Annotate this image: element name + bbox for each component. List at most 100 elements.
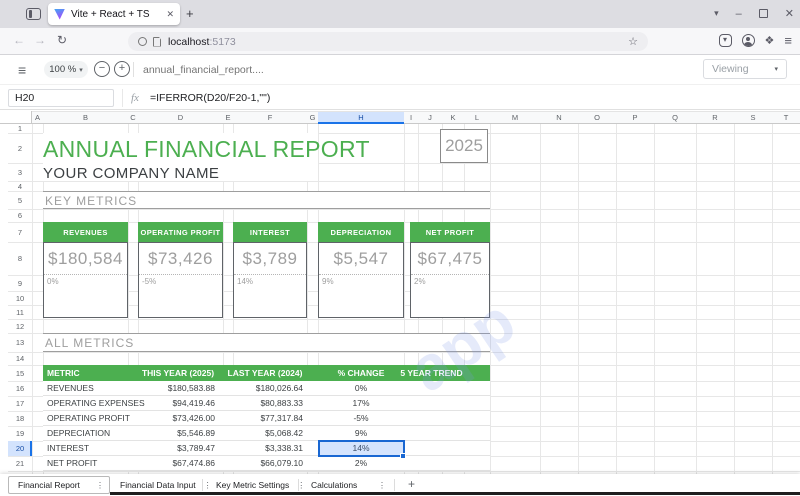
- url-bar[interactable]: localhost :5173 ☆: [128, 32, 648, 51]
- fill-handle[interactable]: [400, 453, 406, 459]
- selected-cell-h20[interactable]: [318, 440, 405, 457]
- row-header-14[interactable]: 14: [8, 352, 32, 365]
- column-header-t[interactable]: T: [772, 112, 800, 124]
- column-header-j[interactable]: J: [418, 112, 442, 124]
- row-header-20[interactable]: 20: [8, 441, 32, 456]
- table-row[interactable]: DEPRECIATION $5,546.89 $5,068.42 9%: [43, 426, 490, 441]
- firefox-view-icon[interactable]: [26, 8, 41, 20]
- row-header-5[interactable]: 5: [8, 191, 32, 209]
- column-header-e[interactable]: E: [223, 112, 233, 124]
- column-header-m[interactable]: M: [490, 112, 540, 124]
- card-value: $73,426: [139, 243, 222, 274]
- table-row[interactable]: NET PROFIT $67,474.86 $66,079.10 2%: [43, 456, 490, 471]
- tab-menu-icon[interactable]: ⋮: [370, 481, 386, 490]
- document-filename[interactable]: annual_financial_report....: [143, 64, 264, 76]
- column-header-d[interactable]: D: [138, 112, 223, 124]
- column-header-b[interactable]: B: [43, 112, 128, 124]
- row-header-12[interactable]: 12: [8, 319, 32, 333]
- column-header-p[interactable]: P: [616, 112, 654, 124]
- minimize-icon[interactable]: –: [736, 8, 742, 20]
- table-row[interactable]: OPERATING PROFIT $73,426.00 $77,317.84 -…: [43, 411, 490, 426]
- tab-close-icon[interactable]: ✕: [166, 9, 174, 20]
- table-row[interactable]: REVENUES $180,583.88 $180,026.64 0%: [43, 381, 490, 396]
- row-header-4[interactable]: 4: [8, 181, 32, 191]
- gridline-v: [654, 124, 655, 474]
- row-header-15[interactable]: 15: [8, 365, 32, 381]
- row-header-16[interactable]: 16: [8, 381, 32, 396]
- column-header-r[interactable]: R: [696, 112, 734, 124]
- browser-tab[interactable]: Vite + React + TS ✕: [48, 3, 180, 25]
- add-sheet-button[interactable]: +: [408, 477, 415, 491]
- maximize-icon[interactable]: [759, 9, 768, 18]
- row-header-7[interactable]: 7: [8, 222, 32, 242]
- card-value: $180,584: [44, 243, 127, 274]
- column-header-a[interactable]: A: [32, 112, 43, 124]
- column-header-k[interactable]: K: [442, 112, 464, 124]
- selected-column-underline: [318, 122, 404, 124]
- column-header-s[interactable]: S: [734, 112, 772, 124]
- gridline-h: [8, 471, 800, 472]
- reload-icon[interactable]: ↻: [57, 33, 67, 47]
- tab-menu-icon[interactable]: ⋮: [88, 481, 104, 490]
- gridline-v: [696, 124, 697, 474]
- back-icon[interactable]: ←: [13, 33, 25, 47]
- zoom-out-button[interactable]: −: [94, 61, 110, 77]
- app-menu-icon[interactable]: ≡: [18, 62, 26, 78]
- row-header-13[interactable]: 13: [8, 333, 32, 352]
- column-header-l[interactable]: L: [464, 112, 490, 124]
- metrics-table-header: METRIC THIS YEAR (2025) LAST YEAR (2024)…: [43, 365, 490, 381]
- grid-corner[interactable]: [0, 111, 32, 124]
- row-header-8[interactable]: 8: [8, 242, 32, 275]
- chevron-down-icon: ▾: [79, 66, 83, 74]
- card-value: $5,547: [319, 243, 403, 274]
- bookmark-star-icon[interactable]: ☆: [628, 35, 638, 48]
- browser-tab-bar: Vite + React + TS ✕ + ▾ – ✕: [0, 0, 800, 28]
- report-year-cell[interactable]: 2025: [440, 129, 488, 163]
- column-header-i[interactable]: I: [404, 112, 418, 124]
- sheet-tab-financial-report[interactable]: Financial Report ⋮: [8, 476, 110, 494]
- row-header-9[interactable]: 9: [8, 275, 32, 291]
- column-header-g[interactable]: G: [307, 112, 318, 124]
- row-header-21[interactable]: 21: [8, 456, 32, 471]
- browser-menu-icon[interactable]: ≡: [784, 33, 792, 48]
- page-info-icon[interactable]: [153, 37, 161, 47]
- row-header-3[interactable]: 3: [8, 163, 32, 181]
- extensions-icon[interactable]: ❖: [765, 34, 775, 47]
- account-icon[interactable]: [742, 34, 755, 47]
- row-header-1[interactable]: 1: [8, 124, 32, 133]
- mode-dropdown[interactable]: Viewing ▾: [703, 59, 787, 79]
- sheet-tab-label: Financial Report: [18, 480, 80, 490]
- table-row[interactable]: INTEREST $3,789.47 $3,338.31 14%: [43, 441, 490, 456]
- formula-input[interactable]: =IFERROR(D20/F20-1,""): [150, 92, 270, 104]
- row-header-17[interactable]: 17: [8, 396, 32, 411]
- column-header-f[interactable]: F: [233, 112, 307, 124]
- column-header-n[interactable]: N: [540, 112, 578, 124]
- row-header-19[interactable]: 19: [8, 426, 32, 441]
- new-tab-button[interactable]: +: [186, 6, 194, 21]
- column-header-c[interactable]: C: [128, 112, 138, 124]
- list-tabs-icon[interactable]: ▾: [714, 8, 719, 19]
- tab-menu-icon[interactable]: ⋮: [196, 481, 212, 490]
- pocket-icon[interactable]: ▾: [719, 34, 732, 47]
- zoom-in-button[interactable]: +: [114, 61, 130, 77]
- row-header-11[interactable]: 11: [8, 305, 32, 319]
- row-header-6[interactable]: 6: [8, 209, 32, 222]
- row-header-18[interactable]: 18: [8, 411, 32, 426]
- row-header-2[interactable]: 2: [8, 133, 32, 163]
- column-header-o[interactable]: O: [578, 112, 616, 124]
- window-close-icon[interactable]: ✕: [785, 7, 794, 20]
- browser-tab-title: Vite + React + TS: [71, 9, 162, 20]
- key-metrics-section-label: KEY METRICS: [43, 191, 490, 209]
- zoom-level: 100 %: [49, 64, 76, 75]
- spreadsheet-grid[interactable]: A B C D E F G H I J K L M N O P Q R S T: [0, 110, 800, 474]
- column-header-q[interactable]: Q: [654, 112, 696, 124]
- zoom-dropdown[interactable]: 100 % ▾: [44, 61, 88, 78]
- row-header-10[interactable]: 10: [8, 291, 32, 305]
- cell-reference-box[interactable]: H20: [8, 89, 114, 107]
- site-permissions-icon[interactable]: [138, 37, 147, 46]
- table-row[interactable]: OPERATING EXPENSES $94,419.46 $80,883.33…: [43, 396, 490, 411]
- forward-icon[interactable]: →: [34, 33, 46, 47]
- cell-last-year: $5,068.42: [161, 426, 303, 441]
- browser-nav-bar: ← → ↻ localhost :5173 ☆ ▾ ❖ ≡: [0, 28, 800, 55]
- header-metric: METRIC: [47, 365, 80, 381]
